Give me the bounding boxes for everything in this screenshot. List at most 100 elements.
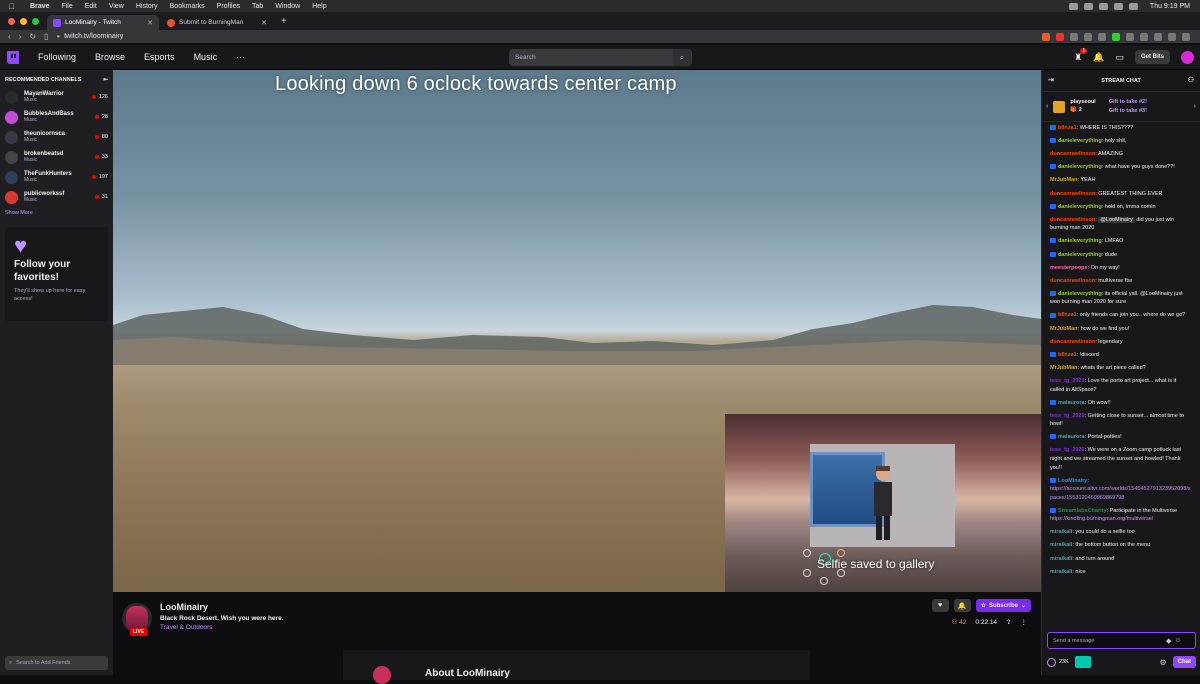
menu-help[interactable]: Help xyxy=(306,3,332,10)
chat-username[interactable]: miraikali xyxy=(1050,556,1072,562)
friend-search-input[interactable]: ⌕ Search to Add Friends xyxy=(5,656,108,670)
user-avatar[interactable] xyxy=(1181,50,1194,64)
menu-bookmarks[interactable]: Bookmarks xyxy=(164,3,211,10)
chat-badge-icon[interactable] xyxy=(1050,312,1056,318)
extension-icon[interactable] xyxy=(1070,32,1078,41)
chat-send-button[interactable]: Chat xyxy=(1172,656,1196,668)
prime-loot-icon[interactable]: ♜ 1 xyxy=(1074,47,1088,63)
subscribe-button[interactable]: ☆ Subscribe ⌄ xyxy=(975,599,1031,612)
chat-badge-icon[interactable] xyxy=(1050,238,1056,244)
chevron-right-icon[interactable]: › xyxy=(1194,103,1196,110)
chat-link[interactable]: https://kindling.burningman.org/multiver… xyxy=(1050,516,1153,522)
bookmark-icon[interactable]: ▯ xyxy=(44,32,48,41)
browser-tab-twitch[interactable]: LooMinairy - Twitch ✕ xyxy=(47,15,159,30)
chat-username[interactable]: b8nza1 xyxy=(1058,352,1077,358)
channel-points[interactable]: 23K xyxy=(1047,658,1069,667)
chat-badge-icon[interactable] xyxy=(1050,351,1056,357)
menu-tab[interactable]: Tab xyxy=(246,3,269,10)
chat-username[interactable]: danieleverything xyxy=(1058,252,1102,258)
menu-window[interactable]: Window xyxy=(269,3,306,10)
top-gifter[interactable]: playseoul 🎁 2 xyxy=(1070,99,1095,113)
menu-icon[interactable] xyxy=(1182,32,1190,41)
extension-icon[interactable] xyxy=(1084,32,1092,41)
chat-username[interactable]: LooMinairy xyxy=(1058,478,1087,484)
chat-username[interactable]: duncanrawlinson xyxy=(1050,191,1095,197)
chat-badge-icon[interactable] xyxy=(1050,507,1056,513)
apple-icon[interactable]:  xyxy=(0,2,24,11)
get-bits-button[interactable]: Get Bits xyxy=(1134,50,1170,64)
chat-username[interactable]: maiaurora xyxy=(1058,400,1085,406)
chat-badge-icon[interactable] xyxy=(1050,477,1056,483)
video-player[interactable]: Looking down 6 oclock towards center cam… xyxy=(113,70,1041,592)
nav-esports[interactable]: Esports xyxy=(144,52,175,62)
back-icon[interactable]: ‹ xyxy=(8,32,11,41)
close-tab-icon[interactable]: ✕ xyxy=(261,19,267,27)
chat-badge-icon[interactable] xyxy=(1050,434,1056,440)
url-field[interactable]: twitch.tv/loominairy xyxy=(64,33,123,40)
menu-app[interactable]: Brave xyxy=(24,3,55,10)
sidebar-channel-item[interactable]: theunicornsca Music 80 xyxy=(0,127,113,147)
follow-heart-icon[interactable]: ♥ xyxy=(931,599,949,612)
chat-username[interactable]: danieleverything xyxy=(1058,291,1102,297)
new-tab-button[interactable]: + xyxy=(275,16,293,30)
chat-username[interactable]: MrJubMan xyxy=(1050,365,1078,371)
chat-username[interactable]: tess_tg_2020 xyxy=(1050,447,1085,453)
chat-username[interactable]: tess_tg_2020 xyxy=(1050,413,1085,419)
chat-username[interactable]: duncanrawlinson xyxy=(1050,217,1095,223)
search-input[interactable] xyxy=(509,54,673,61)
chat-badge-icon[interactable] xyxy=(1050,251,1056,257)
chat-username[interactable]: danieleverything xyxy=(1058,204,1102,210)
chat-username[interactable]: danieleverything xyxy=(1058,238,1102,244)
twitch-logo-icon[interactable] xyxy=(7,50,19,64)
chat-message-input[interactable] xyxy=(1048,637,1163,644)
chat-username[interactable]: b8nza1 xyxy=(1058,125,1077,131)
chat-username[interactable]: meesterpoops xyxy=(1050,265,1088,271)
channel-name[interactable]: LooMinairy xyxy=(160,602,208,612)
gift-slot-3[interactable]: Gift to take #3! xyxy=(1109,108,1147,114)
sidebar-channel-item[interactable]: BubblesAndBass Music 28 xyxy=(0,107,113,127)
collapse-sidebar-icon[interactable]: ⇤ xyxy=(103,77,108,83)
close-tab-icon[interactable]: ✕ xyxy=(147,19,153,27)
chat-username[interactable]: tess_tg_2020 xyxy=(1050,378,1085,384)
vr-button-icon[interactable] xyxy=(820,577,828,585)
menu-view[interactable]: View xyxy=(103,3,130,10)
notification-bell-icon[interactable]: 🔔 xyxy=(953,599,971,612)
sidebar-channel-item[interactable]: MayanWarrior Music 126 xyxy=(0,87,113,107)
chat-username[interactable]: danieleverything xyxy=(1058,164,1102,170)
chat-username[interactable]: maiaurora xyxy=(1058,434,1085,440)
stream-category-link[interactable]: Travel & Outdoors xyxy=(160,624,213,631)
chat-username[interactable]: MrJubMan xyxy=(1050,177,1078,183)
chat-badge-icon[interactable] xyxy=(1050,203,1056,209)
reload-icon[interactable]: ↻ xyxy=(29,32,36,41)
minimize-window-button[interactable] xyxy=(20,18,27,25)
zoom-window-button[interactable] xyxy=(32,18,39,25)
chat-username[interactable]: duncanrawlinson xyxy=(1050,151,1095,157)
chat-username[interactable]: miraikali xyxy=(1050,569,1072,575)
status-icon[interactable] xyxy=(1083,2,1093,10)
extension-icon[interactable] xyxy=(1154,32,1162,41)
collapse-chat-icon[interactable]: ⇥ xyxy=(1048,76,1054,84)
menu-file[interactable]: File xyxy=(55,3,78,10)
vr-button-icon[interactable] xyxy=(837,549,845,557)
chat-badge-icon[interactable] xyxy=(1050,399,1056,405)
browser-tab-burningman[interactable]: Submit to BurningMan ✕ xyxy=(161,15,273,30)
forward-icon[interactable]: › xyxy=(19,32,22,41)
menubar-clock[interactable]: Thu 9:19 PM xyxy=(1150,3,1190,10)
notifications-icon[interactable]: 🔔 xyxy=(1093,52,1104,63)
brave-rewards-icon[interactable] xyxy=(1056,32,1064,41)
chat-link[interactable]: https://account.altvr.com/worlds/1545452… xyxy=(1050,486,1191,501)
nav-music[interactable]: Music xyxy=(194,52,218,62)
chevron-left-icon[interactable]: ‹ xyxy=(1046,103,1048,110)
gear-icon[interactable]: ⚙ xyxy=(1159,658,1166,667)
chat-username[interactable]: b8nza1 xyxy=(1058,312,1077,318)
menu-edit[interactable]: Edit xyxy=(79,3,103,10)
bag-icon[interactable] xyxy=(1074,656,1091,668)
battery-icon[interactable] xyxy=(1128,2,1138,10)
extension-icon[interactable] xyxy=(1140,32,1148,41)
community-icon[interactable]: ⚇ xyxy=(1188,76,1194,84)
extension-icon[interactable] xyxy=(1168,32,1176,41)
menu-profiles[interactable]: Profiles xyxy=(211,3,246,10)
brave-shields-icon[interactable] xyxy=(1042,32,1050,41)
extension-icon[interactable] xyxy=(1126,32,1134,41)
chat-username[interactable]: duncanrawlinson xyxy=(1050,278,1095,284)
